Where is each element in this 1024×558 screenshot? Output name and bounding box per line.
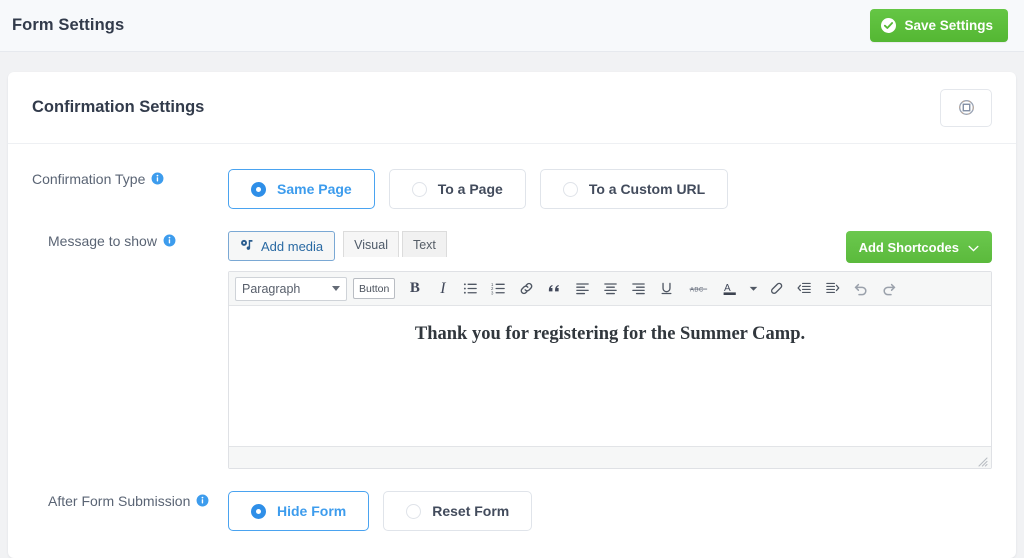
confirmation-settings-card: Confirmation Settings Confirmation Type [8, 72, 1016, 558]
editor-status-bar [229, 446, 991, 468]
numbered-list-icon[interactable]: 1 2 3 [486, 276, 511, 302]
message-to-show-label: Message to show [48, 233, 157, 249]
radio-icon [251, 503, 266, 519]
svg-text:3: 3 [491, 290, 494, 295]
text-color-dropdown-icon[interactable] [745, 276, 761, 302]
radio-option-label: Hide Form [277, 503, 347, 519]
radio-icon [251, 181, 266, 197]
tab-text[interactable]: Text [401, 231, 447, 257]
chevron-down-icon [332, 286, 340, 291]
link-icon[interactable] [514, 276, 539, 302]
page-title: Form Settings [12, 16, 125, 34]
globe-settings-icon [958, 99, 975, 116]
add-shortcodes-label: Add Shortcodes [858, 239, 959, 255]
radio-option-label: To a Custom URL [588, 181, 706, 197]
card-header: Confirmation Settings [8, 72, 1016, 144]
editor-mode-tabs: Visual Text [343, 231, 447, 257]
save-settings-button[interactable]: Save Settings [870, 9, 1008, 42]
add-media-label: Add media [261, 238, 324, 254]
radio-option-label: To a Page [437, 181, 503, 197]
save-settings-label: Save Settings [904, 18, 993, 33]
italic-icon[interactable]: I [430, 276, 455, 302]
tab-visual[interactable]: Visual [343, 231, 399, 257]
info-icon[interactable] [196, 494, 209, 510]
row-message-to-show: Message to show Add media Visual Text Ad… [8, 231, 1016, 469]
confirmation-type-field: Same Page To a Page To a Custom URL [228, 169, 992, 209]
radio-option-same-page[interactable]: Same Page [228, 169, 375, 209]
radio-icon [562, 181, 578, 197]
after-form-submission-label-wrap: After Form Submission [32, 491, 228, 531]
row-confirmation-type: Confirmation Type Same Page To a Page To… [8, 169, 1016, 209]
settings-globe-button[interactable] [940, 88, 992, 127]
insert-button-tool[interactable]: Button [353, 278, 396, 299]
add-media-button[interactable]: Add media [228, 231, 336, 261]
editor-toolbar: Paragraph Button B I 1 2 3 ABC A [229, 272, 991, 306]
after-form-submission-field: Hide Form Reset Form [228, 491, 992, 531]
message-to-show-label-wrap: Message to show [32, 231, 228, 469]
editor-content-area[interactable]: Thank you for registering for the Summer… [229, 306, 991, 446]
text-color-icon[interactable]: A [717, 276, 742, 302]
underline-icon[interactable] [654, 276, 679, 302]
bulleted-list-icon[interactable] [458, 276, 483, 302]
check-circle-icon [881, 18, 897, 33]
media-icon [240, 239, 254, 253]
radio-option-to-a-custom-url[interactable]: To a Custom URL [539, 169, 729, 209]
confirmation-type-options: Same Page To a Page To a Custom URL [228, 169, 992, 209]
radio-option-to-a-page[interactable]: To a Page [388, 169, 526, 209]
align-right-icon[interactable] [626, 276, 651, 302]
row-after-form-submission: After Form Submission Hide Form Reset Fo… [8, 491, 1016, 531]
after-form-submission-options: Hide Form Reset Form [228, 491, 992, 531]
radio-option-label: Same Page [277, 181, 352, 197]
increase-indent-icon[interactable] [820, 276, 845, 302]
chevron-down-icon [968, 240, 979, 255]
strikethrough-icon[interactable]: ABC [682, 276, 714, 302]
clear-formatting-icon[interactable] [764, 276, 789, 302]
radio-icon [406, 503, 422, 519]
format-select-value: Paragraph [242, 281, 301, 296]
rich-text-editor: Paragraph Button B I 1 2 3 ABC A Thank y… [228, 271, 992, 469]
decrease-indent-icon[interactable] [792, 276, 817, 302]
redo-icon[interactable] [876, 276, 901, 302]
radio-option-reset-form[interactable]: Reset Form [383, 491, 533, 531]
info-icon[interactable] [151, 172, 164, 188]
align-left-icon[interactable] [570, 276, 595, 302]
radio-icon [411, 181, 427, 197]
format-select[interactable]: Paragraph [235, 276, 347, 301]
undo-icon[interactable] [848, 276, 873, 302]
top-bar: Form Settings Save Settings [0, 0, 1024, 52]
card-title: Confirmation Settings [32, 98, 205, 116]
resize-handle-icon[interactable] [976, 454, 988, 467]
radio-option-label: Reset Form [432, 503, 510, 519]
editor-top-bar: Add media Visual Text Add Shortcodes [228, 231, 992, 265]
confirmation-type-label: Confirmation Type [32, 171, 146, 187]
info-icon[interactable] [163, 234, 176, 250]
svg-text:A: A [724, 283, 731, 294]
after-form-submission-label: After Form Submission [48, 493, 191, 509]
message-editor-field: Add media Visual Text Add Shortcodes Par [228, 231, 992, 469]
bold-icon[interactable]: B [402, 276, 427, 302]
confirmation-type-label-wrap: Confirmation Type [32, 169, 228, 209]
blockquote-icon[interactable] [542, 276, 567, 302]
add-shortcodes-button[interactable]: Add Shortcodes [845, 231, 992, 263]
editor-paragraph: Thank you for registering for the Summer… [414, 324, 806, 344]
align-center-icon[interactable] [598, 276, 623, 302]
radio-option-hide-form[interactable]: Hide Form [228, 491, 370, 531]
svg-text:ABC: ABC [690, 286, 704, 293]
